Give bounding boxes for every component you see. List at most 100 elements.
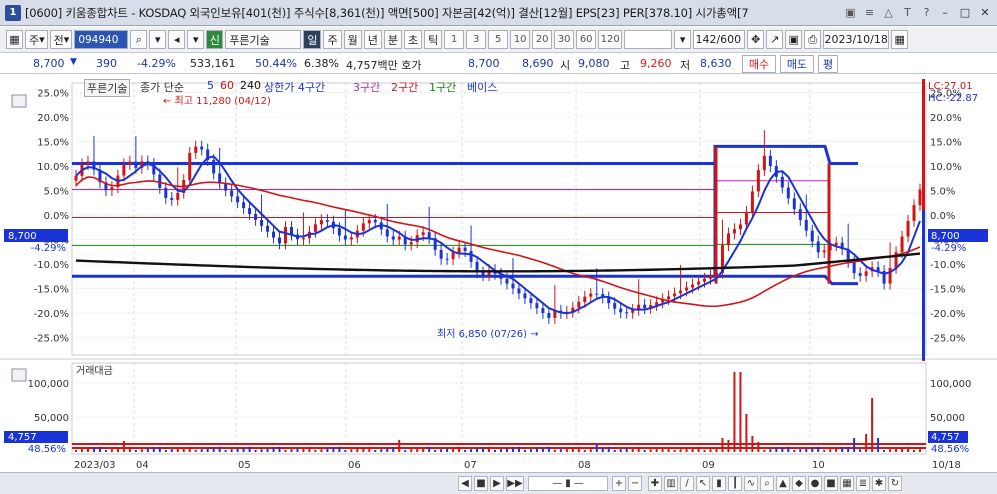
wave-icon[interactable]: ∿ <box>744 476 758 491</box>
data-count-field[interactable]: 142/600 <box>693 30 746 49</box>
dot-icon[interactable]: ● <box>808 476 822 491</box>
candle-body <box>517 288 521 294</box>
chart-type-icon[interactable]: ▥ <box>664 476 678 491</box>
settings-icon[interactable]: ✱ <box>872 476 886 491</box>
turnover-rate: 6.38% <box>304 57 339 70</box>
interval-custom-input[interactable] <box>624 30 673 49</box>
candle-body <box>595 293 599 295</box>
volume-bar <box>685 448 688 452</box>
scroll-left-button[interactable]: ◀ <box>458 476 472 491</box>
line-draw-icon[interactable]: ∕ <box>680 476 694 491</box>
calendar-icon[interactable]: ▦ <box>891 30 909 49</box>
volume-bar <box>188 446 191 452</box>
volume-bar <box>643 450 646 452</box>
save-icon[interactable]: ▣ <box>785 30 803 49</box>
legend-stock-name[interactable]: 푸른기술 <box>84 79 131 97</box>
period-minute-tab[interactable]: 분 <box>383 30 402 49</box>
cursor-icon[interactable]: ↖ <box>696 476 710 491</box>
volume-bar <box>266 448 269 452</box>
triangle-icon[interactable]: △ <box>880 4 897 21</box>
layout-icon[interactable]: ▣ <box>842 4 859 21</box>
stock-name-field[interactable]: 푸른기술 <box>225 30 302 49</box>
interval-dropdown-icon[interactable]: ▾ <box>674 30 692 49</box>
buy-button[interactable]: 매수 <box>742 55 776 73</box>
new-badge-button[interactable]: 신 <box>206 30 224 49</box>
help-icon[interactable]: ? <box>918 4 935 21</box>
grid-icon[interactable]: ▦ <box>6 30 23 49</box>
candle-body <box>319 220 323 225</box>
period-year-tab[interactable]: 년 <box>363 30 382 49</box>
interval-5[interactable]: 5 <box>488 30 509 49</box>
print-icon[interactable]: ⎙ <box>804 30 822 49</box>
month-label: 08 <box>578 460 591 471</box>
candle-body <box>762 155 766 171</box>
candle-body <box>212 160 216 174</box>
candle-body <box>625 312 629 314</box>
volume-bar <box>440 449 443 452</box>
zoom-slider[interactable]: — ▮ — <box>528 476 608 491</box>
grid-toggle-icon[interactable]: ▦ <box>840 476 854 491</box>
stock-code-input[interactable]: 094940 <box>74 30 129 49</box>
volume-bar <box>661 447 664 452</box>
price-chart-svg[interactable]: 25.0% 25.0%20.0% 20.0%15.0% 15.0%10.0% 10.0%… <box>0 75 997 472</box>
period-second-tab[interactable]: 초 <box>403 30 423 49</box>
volume-bar <box>679 449 682 452</box>
zoom-in-icon[interactable]: + <box>612 476 626 491</box>
crosshair-icon[interactable]: ✚ <box>648 476 662 491</box>
interval-20[interactable]: 20 <box>532 30 553 49</box>
zoom-icon[interactable]: ⌕ <box>760 476 774 491</box>
candle-body <box>750 191 754 212</box>
search-icon[interactable]: ⌕ <box>130 30 148 49</box>
minimize-button[interactable]: – <box>936 4 954 21</box>
menu-icon[interactable]: ≡ <box>861 4 878 21</box>
candle-body <box>158 174 162 188</box>
prev-select[interactable]: 전 ▾ <box>49 30 73 49</box>
maximize-button[interactable]: □ <box>956 4 974 21</box>
fast-forward-button[interactable]: ▶▶ <box>506 476 524 491</box>
square-icon[interactable]: ■ <box>824 476 838 491</box>
interval-1[interactable]: 1 <box>444 30 465 49</box>
period-week-tab[interactable]: 주 <box>323 30 342 49</box>
speaker-dropdown-icon[interactable]: ▾ <box>187 30 205 49</box>
stop-button[interactable]: ■ <box>474 476 488 491</box>
volume-bar <box>392 447 395 452</box>
volume-bar <box>464 450 467 452</box>
volume-bar <box>332 447 335 452</box>
candle-body <box>266 225 270 232</box>
chart-area[interactable]: 25.0% 25.0% 20.0% 20.0% 15.0% 15.0% 10.0% 10.0%… <box>0 75 997 494</box>
evaluation-button[interactable]: 평 <box>818 55 838 73</box>
mountain-icon[interactable]: ▲ <box>776 476 790 491</box>
interval-60[interactable]: 60 <box>576 30 597 49</box>
volume-bar <box>494 450 497 452</box>
interval-10[interactable]: 10 <box>510 30 531 49</box>
layers-icon[interactable]: ≣ <box>856 476 870 491</box>
app-number-badge[interactable]: 1 <box>5 4 21 21</box>
close-button[interactable]: ✕ <box>976 4 994 21</box>
history-icon[interactable]: ▾ <box>149 30 167 49</box>
market-select[interactable]: 주 ▾ <box>25 30 48 49</box>
volume-bar <box>871 398 874 452</box>
period-tick-tab[interactable]: 틱 <box>424 30 443 49</box>
trend-icon[interactable]: ↗ <box>766 30 784 49</box>
trade-amount: 4,757백만 호가 <box>346 59 422 72</box>
candle-body <box>86 161 90 165</box>
refresh-icon[interactable]: ↻ <box>888 476 902 491</box>
sound-icon[interactable]: ◂ <box>168 30 186 49</box>
candle-body <box>643 304 647 309</box>
fit-icon[interactable]: ✥ <box>747 30 765 49</box>
zoom-out-icon[interactable]: − <box>628 476 642 491</box>
bar-icon[interactable]: ▮ <box>712 476 726 491</box>
low-annotation: 최저 6,850 (07/26) → <box>437 328 539 340</box>
diamond-icon[interactable]: ◆ <box>792 476 806 491</box>
interval-30[interactable]: 30 <box>554 30 575 49</box>
candle-body <box>128 161 132 165</box>
interval-3[interactable]: 3 <box>466 30 487 49</box>
text-icon[interactable]: T <box>899 4 916 21</box>
sell-button[interactable]: 매도 <box>780 55 814 73</box>
interval-120[interactable]: 120 <box>598 30 623 49</box>
period-month-tab[interactable]: 월 <box>343 30 362 49</box>
play-button[interactable]: ▶ <box>490 476 504 491</box>
candle-icon[interactable]: ┃ <box>728 476 742 491</box>
date-input[interactable]: 2023/10/18 <box>823 30 890 49</box>
period-day-tab[interactable]: 일 <box>303 30 322 49</box>
